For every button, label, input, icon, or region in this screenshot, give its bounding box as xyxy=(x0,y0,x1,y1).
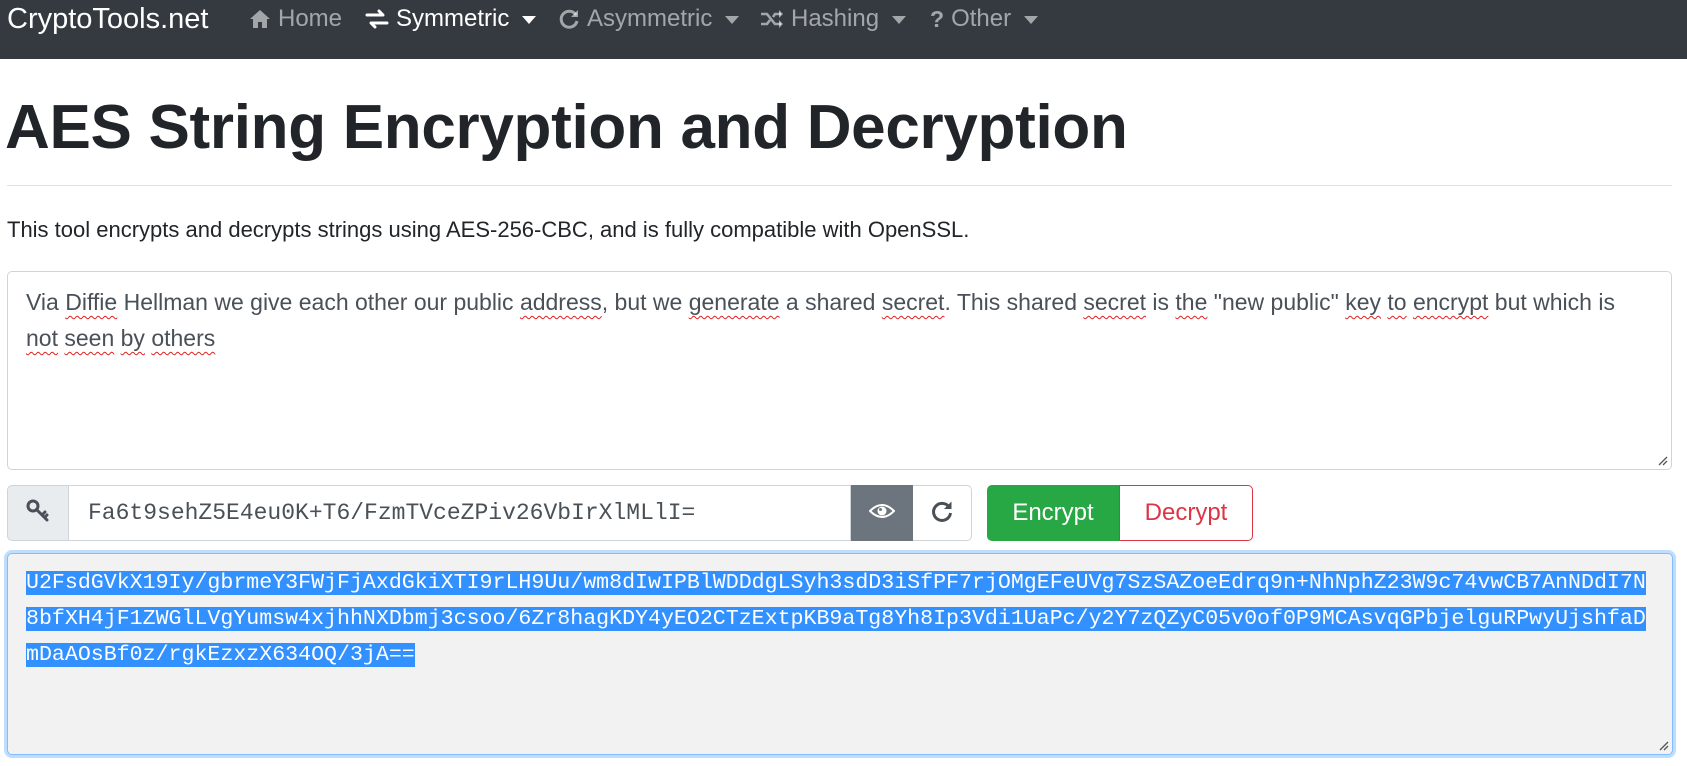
nav-item-label: Other xyxy=(951,5,1012,32)
action-button-group: Encrypt Decrypt xyxy=(987,485,1253,541)
nav-item-symmetric[interactable]: Symmetric xyxy=(365,2,537,36)
nav-item-other[interactable]: ? Other xyxy=(930,2,1039,36)
random-icon xyxy=(760,9,784,29)
nav-item-label: Hashing xyxy=(791,5,880,32)
toggle-key-visibility-button[interactable] xyxy=(851,485,913,541)
chevron-down-icon xyxy=(522,16,537,24)
refresh-icon xyxy=(558,8,580,30)
decrypt-button[interactable]: Decrypt xyxy=(1119,485,1253,541)
nav-item-asymmetric[interactable]: Asymmetric xyxy=(558,2,740,36)
plaintext-textarea[interactable]: Via Diffie Hellman we give each other ou… xyxy=(7,271,1672,470)
key-input[interactable] xyxy=(68,485,851,541)
exchange-icon xyxy=(365,9,389,29)
regenerate-key-button[interactable] xyxy=(913,485,972,541)
nav-item-hashing[interactable]: Hashing xyxy=(760,2,907,36)
plaintext-content: Via Diffie Hellman we give each other ou… xyxy=(26,289,1615,351)
chevron-down-icon xyxy=(1024,16,1039,24)
key-prepend xyxy=(7,485,68,541)
refresh-icon xyxy=(930,499,954,528)
question-icon: ? xyxy=(930,6,945,32)
chevron-down-icon xyxy=(892,16,907,24)
chevron-down-icon xyxy=(725,16,740,24)
resize-handle-icon[interactable] xyxy=(1657,739,1669,751)
eye-icon xyxy=(868,502,896,525)
page-title: AES String Encryption and Decryption xyxy=(5,93,1128,162)
heading-divider xyxy=(7,185,1672,186)
ciphertext-textarea[interactable]: U2FsdGVkX19Iy/gbrmeY3FWjFjAxdGkiXTI9rLH9… xyxy=(7,553,1673,755)
nav-item-label: Asymmetric xyxy=(587,5,713,32)
key-input-group xyxy=(7,485,972,541)
top-navbar: CryptoTools.net Home Symmetric Asymmetri… xyxy=(0,0,1687,59)
nav-item-label: Home xyxy=(278,5,343,32)
encrypt-button[interactable]: Encrypt xyxy=(987,485,1119,541)
resize-handle-icon[interactable] xyxy=(1656,454,1668,466)
brand-logo-link[interactable]: CryptoTools.net xyxy=(7,2,209,36)
home-icon xyxy=(249,9,271,29)
ciphertext-selected-text: U2FsdGVkX19Iy/gbrmeY3FWjFjAxdGkiXTI9rLH9… xyxy=(26,571,1646,667)
nav-item-label: Symmetric xyxy=(396,5,510,32)
key-icon xyxy=(26,499,50,528)
nav-item-home[interactable]: Home xyxy=(249,2,342,36)
page-description: This tool encrypts and decrypts strings … xyxy=(7,217,970,242)
